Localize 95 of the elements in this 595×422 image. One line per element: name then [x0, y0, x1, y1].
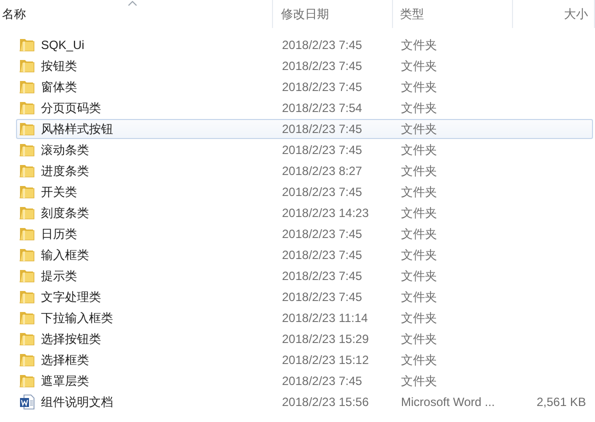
- modified-date: 2018/2/23 15:29: [282, 332, 369, 346]
- folder-icon: [19, 80, 35, 94]
- file-row[interactable]: 组件说明文档 2018/2/23 15:56 Microsoft Word ... 2,561 KB: [16, 392, 593, 412]
- file-name: 遮罩层类: [41, 372, 89, 390]
- modified-date: 2018/2/23 7:45: [282, 290, 362, 304]
- file-name: 组件说明文档: [41, 394, 113, 410]
- modified-date: 2018/2/23 7:45: [282, 38, 362, 52]
- file-row[interactable]: 选择按钮类 2018/2/23 15:29 文件夹: [16, 329, 593, 349]
- folder-icon: [19, 185, 35, 199]
- file-type: 文件夹: [401, 330, 437, 348]
- file-name: 按钮类: [41, 58, 77, 74]
- column-header[interactable]: 修改日期: [273, 0, 393, 28]
- modified-date: 2018/2/23 7:45: [282, 122, 362, 136]
- file-type: 文件夹: [401, 78, 437, 96]
- file-type: 文件夹: [401, 372, 437, 390]
- file-row[interactable]: 文字处理类 2018/2/23 7:45 文件夹: [16, 287, 593, 307]
- file-type: Microsoft Word ...: [401, 395, 495, 409]
- file-type: 文件夹: [401, 352, 437, 368]
- file-row[interactable]: 滚动条类 2018/2/23 7:45 文件夹: [16, 140, 593, 160]
- file-name: 选择框类: [41, 352, 89, 368]
- folder-icon: [19, 248, 35, 262]
- folder-icon: [19, 290, 35, 304]
- file-row[interactable]: 分页页码类 2018/2/23 7:54 文件夹: [16, 98, 593, 118]
- file-type: 文件夹: [401, 162, 437, 180]
- folder-icon: [19, 311, 35, 325]
- file-row[interactable]: 选择框类 2018/2/23 15:12 文件夹: [16, 350, 593, 370]
- folder-icon: [19, 122, 35, 136]
- file-name: 分页页码类: [41, 100, 101, 116]
- folder-icon: [19, 332, 35, 346]
- file-row[interactable]: 下拉输入框类 2018/2/23 11:14 文件夹: [16, 308, 593, 328]
- folder-icon: [19, 374, 35, 388]
- folder-icon: [19, 269, 35, 283]
- file-row[interactable]: SQK_Ui 2018/2/23 7:45 文件夹: [16, 35, 593, 55]
- modified-date: 2018/2/23 11:14: [282, 311, 368, 325]
- file-type: 文件夹: [401, 226, 437, 242]
- file-name: 文字处理类: [41, 288, 101, 306]
- folder-icon: [19, 353, 35, 367]
- file-name: 提示类: [41, 268, 77, 284]
- folder-icon: [19, 227, 35, 241]
- file-row[interactable]: 提示类 2018/2/23 7:45 文件夹: [16, 266, 593, 286]
- file-size: 2,561 KB: [536, 395, 586, 409]
- file-type: 文件夹: [401, 268, 437, 284]
- file-row[interactable]: 风格样式按钮 2018/2/23 7:45 文件夹: [16, 119, 593, 139]
- file-row[interactable]: 按钮类 2018/2/23 7:45 文件夹: [16, 56, 593, 76]
- file-type: 文件夹: [401, 204, 437, 222]
- modified-date: 2018/2/23 7:45: [282, 248, 362, 262]
- file-name: 开关类: [41, 184, 77, 200]
- file-name: 窗体类: [41, 78, 77, 96]
- column-header[interactable]: 大小: [513, 0, 595, 28]
- file-type: 文件夹: [401, 120, 437, 138]
- document-icon: [19, 394, 35, 410]
- file-type: 文件夹: [401, 142, 437, 158]
- file-name: 日历类: [41, 226, 77, 242]
- modified-date: 2018/2/23 7:45: [282, 227, 362, 241]
- file-name: 选择按钮类: [41, 330, 101, 348]
- file-type: 文件夹: [401, 36, 437, 54]
- file-row[interactable]: 窗体类 2018/2/23 7:45 文件夹: [16, 77, 593, 97]
- file-row[interactable]: 输入框类 2018/2/23 7:45 文件夹: [16, 245, 593, 265]
- file-name: 输入框类: [41, 246, 89, 264]
- file-name: 进度条类: [41, 162, 89, 180]
- folder-icon: [19, 38, 35, 52]
- file-type: 文件夹: [401, 246, 437, 264]
- folder-icon: [19, 59, 35, 73]
- file-name: SQK_Ui: [41, 38, 84, 52]
- file-row[interactable]: 进度条类 2018/2/23 8:27 文件夹: [16, 161, 593, 181]
- modified-date: 2018/2/23 7:45: [282, 80, 362, 94]
- column-header[interactable]: 名称: [0, 0, 273, 28]
- file-type: 文件夹: [401, 100, 437, 116]
- column-header[interactable]: 类型: [393, 0, 513, 28]
- modified-date: 2018/2/23 7:45: [282, 143, 362, 157]
- file-row[interactable]: 日历类 2018/2/23 7:45 文件夹: [16, 224, 593, 244]
- folder-icon: [19, 164, 35, 178]
- file-name: 滚动条类: [41, 142, 89, 158]
- modified-date: 2018/2/23 14:23: [282, 206, 369, 220]
- file-name: 刻度条类: [41, 204, 89, 222]
- folder-icon: [19, 101, 35, 115]
- file-row[interactable]: 刻度条类 2018/2/23 14:23 文件夹: [16, 203, 593, 223]
- file-row[interactable]: 开关类 2018/2/23 7:45 文件夹: [16, 182, 593, 202]
- file-type: 文件夹: [401, 58, 437, 74]
- file-type: 文件夹: [401, 288, 437, 306]
- file-type: 文件夹: [401, 310, 437, 326]
- modified-date: 2018/2/23 8:27: [282, 164, 362, 178]
- folder-icon: [19, 206, 35, 220]
- file-row[interactable]: 遮罩层类 2018/2/23 7:45 文件夹: [16, 371, 593, 391]
- file-name: 下拉输入框类: [41, 310, 113, 326]
- modified-date: 2018/2/23 7:45: [282, 269, 362, 283]
- modified-date: 2018/2/23 7:45: [282, 59, 362, 73]
- modified-date: 2018/2/23 7:45: [282, 185, 362, 199]
- modified-date: 2018/2/23 7:54: [282, 101, 362, 115]
- modified-date: 2018/2/23 15:56: [282, 395, 369, 409]
- file-type: 文件夹: [401, 184, 437, 200]
- folder-icon: [19, 143, 35, 157]
- modified-date: 2018/2/23 7:45: [282, 374, 362, 388]
- file-name: 风格样式按钮: [41, 120, 113, 138]
- modified-date: 2018/2/23 15:12: [282, 353, 369, 367]
